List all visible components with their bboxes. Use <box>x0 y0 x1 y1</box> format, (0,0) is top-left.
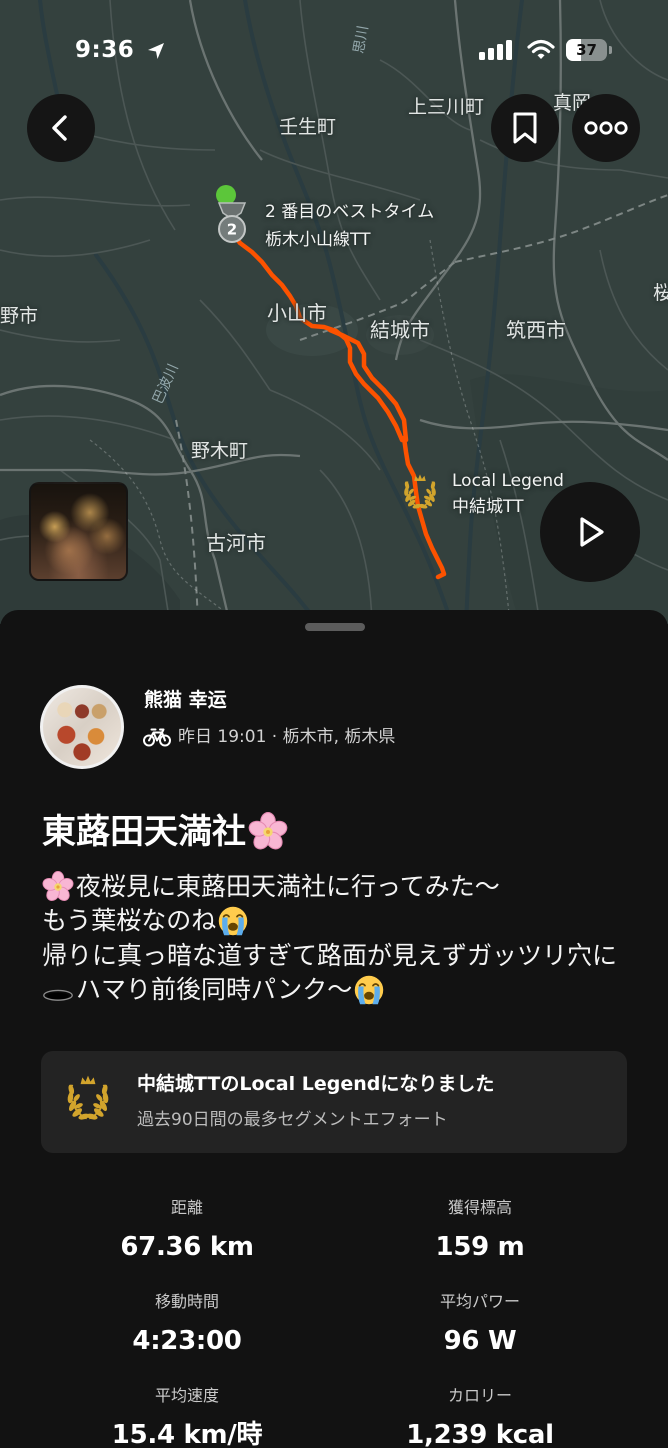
stat-elevation-gain: 獲得標高 159 m <box>340 1197 620 1263</box>
description-line: もう葉桜なのね <box>42 904 662 938</box>
route-map[interactable]: 2 壬生町 上三川町 真岡 桜 野市 小山市 結城市 筑西市 野木町 古河市 巴… <box>0 0 668 624</box>
activity-meta: 昨日 19:01 · 栃木市, 栃木県 <box>143 725 395 749</box>
back-button[interactable] <box>27 94 95 162</box>
stat-moving-time: 移動時間 4:23:00 <box>47 1291 327 1357</box>
cherry-blossom-emoji <box>248 812 288 852</box>
place-label-sakura: 桜 <box>653 282 668 304</box>
start-marker <box>216 185 236 205</box>
cherry-blossom-emoji <box>42 871 74 903</box>
description-line: ハマり前後同時パンク〜 <box>42 973 662 1007</box>
local-legend-segment: 中結城TT <box>452 497 524 517</box>
stat-average-speed: 平均速度 15.4 km/時 <box>47 1385 327 1448</box>
stat-value: 4:23:00 <box>132 1326 242 1356</box>
place-label-sano: 野市 <box>0 305 39 327</box>
flyover-play-button[interactable] <box>540 482 640 582</box>
activity-title: 東蕗田天満社 <box>42 810 288 854</box>
segment-medal-icon: 2 <box>217 202 247 243</box>
achievement-title: 中結城TTのLocal Legendになりました <box>137 1073 495 1095</box>
stat-value: 159 m <box>435 1232 525 1262</box>
chevron-left-icon <box>52 115 67 141</box>
activity-photo-thumbnail[interactable] <box>29 482 128 581</box>
bike-icon <box>143 728 171 747</box>
stat-label: カロリー <box>447 1386 512 1405</box>
segment-medal-rank: 2 <box>227 221 237 239</box>
stat-distance: 距離 67.36 km <box>47 1197 327 1263</box>
place-label-kaminokawa: 上三川町 <box>408 96 485 118</box>
stat-label: 移動時間 <box>154 1292 219 1311</box>
place-label-koga: 古河市 <box>206 531 266 555</box>
status-time: 9:36 <box>75 37 135 63</box>
place-label-oyama: 小山市 <box>267 301 327 325</box>
battery-icon: 37 <box>566 39 607 61</box>
activity-title-text: 東蕗田天満社 <box>42 812 246 852</box>
location-arrow-icon <box>148 43 164 59</box>
stat-calories: カロリー 1,239 kcal <box>340 1385 620 1448</box>
place-label-nogi: 野木町 <box>191 440 249 462</box>
loudly-crying-face-emoji <box>217 905 249 937</box>
place-label-chikusei: 筑西市 <box>506 318 566 342</box>
wifi-icon <box>527 39 555 59</box>
stat-label: 平均速度 <box>154 1386 219 1405</box>
loudly-crying-face-emoji <box>353 974 385 1006</box>
sheet-drag-handle[interactable] <box>305 623 365 631</box>
athlete-avatar[interactable] <box>40 685 124 769</box>
achievement-subtitle: 過去90日間の最多セグメントエフォート <box>137 1110 448 1130</box>
description-line: 帰りに真っ暗な道すぎて路面が見えずガッツリ穴に <box>42 939 662 973</box>
bookmark-icon <box>513 112 537 144</box>
description-text: 帰りに真っ暗な道すぎて路面が見えずガッツリ穴に <box>42 940 618 970</box>
play-icon <box>580 517 604 547</box>
battery-level: 37 <box>576 41 597 59</box>
description-text: もう葉桜なのね <box>42 906 217 936</box>
segment-achievement-title: 2 番目のベストタイム <box>265 202 435 222</box>
athlete-name[interactable]: 熊猫 幸运 <box>144 688 227 712</box>
activity-bottom-sheet[interactable]: 熊猫 幸运 昨日 19:01 · 栃木市, 栃木県 東蕗田天満社 夜桜見に東蕗田… <box>0 610 668 1448</box>
activity-description: 夜桜見に東蕗田天満社に行ってみた〜 もう葉桜なのね 帰りに真っ暗な道すぎて路面が… <box>42 870 662 1007</box>
description-text: ハマり前後同時パンク〜 <box>76 974 353 1004</box>
place-label-mibu: 壬生町 <box>279 116 337 138</box>
battery-nub <box>609 46 612 54</box>
activity-date-location: 昨日 19:01 · 栃木市, 栃木県 <box>178 727 396 747</box>
more-dots-icon <box>584 121 628 135</box>
stat-value: 15.4 km/時 <box>111 1420 263 1448</box>
stat-label: 平均パワー <box>439 1292 520 1311</box>
stat-value: 96 W <box>443 1326 517 1356</box>
laurel-icon <box>66 1074 110 1122</box>
more-options-button[interactable] <box>572 94 640 162</box>
stat-label: 距離 <box>170 1198 203 1217</box>
segment-achievement-name: 栃木小山線TT <box>265 230 371 250</box>
local-legend-achievement-card[interactable]: 中結城TTのLocal Legendになりました 過去90日間の最多セグメントエ… <box>41 1051 627 1153</box>
local-legend-title: Local Legend <box>452 471 564 491</box>
stat-label: 獲得標高 <box>447 1198 512 1217</box>
activity-detail-screen: 2 壬生町 上三川町 真岡 桜 野市 小山市 結城市 筑西市 野木町 古河市 巴… <box>0 0 668 1448</box>
hole-emoji <box>42 974 74 1006</box>
bookmark-button[interactable] <box>491 94 559 162</box>
cellular-signal-icon <box>479 40 512 60</box>
stat-value: 1,239 kcal <box>406 1420 554 1448</box>
stat-value: 67.36 km <box>120 1232 254 1262</box>
description-text: 夜桜見に東蕗田天満社に行ってみた〜 <box>76 872 500 901</box>
stat-average-power: 平均パワー 96 W <box>340 1291 620 1357</box>
description-line: 夜桜見に東蕗田天満社に行ってみた〜 <box>42 870 662 904</box>
place-label-yuki: 結城市 <box>370 318 430 342</box>
